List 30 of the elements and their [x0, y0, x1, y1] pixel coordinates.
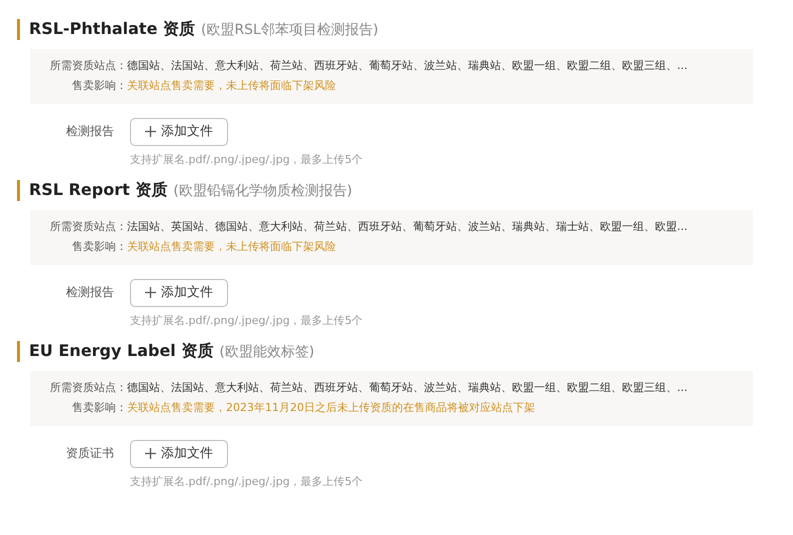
sites-list: 法国站、英国站、德国站、意大利站、荷兰站、西班牙站、葡萄牙站、波兰站、瑞典站、瑞士站、欧盟一组、欧盟... [127, 217, 688, 237]
impact-text: 关联站点售卖需要，未上传将面临下架风险 [127, 78, 336, 94]
impact-label: 售卖影响： [71, 78, 127, 94]
field-label: 检测报告 [65, 123, 114, 140]
add-file-button[interactable]: 添加文件 [130, 279, 228, 306]
section-subtitle: (欧盟能效标签) [219, 343, 314, 362]
section-title-text: RSL Report 资质 [29, 180, 168, 200]
impact-text: 关联站点售卖需要，2023年11月20日之后未上传资质的在售商品将被对应站点下架 [127, 400, 535, 416]
upload-hint: 支持扩展名.pdf/.png/.jpeg/.jpg，最多上传5个 [130, 474, 363, 490]
plus-icon [145, 448, 156, 460]
section-title-text: RSL-Phthalate 资质 [29, 19, 195, 39]
upload-hint: 支持扩展名.pdf/.png/.jpeg/.jpg，最多上传5个 [130, 152, 363, 168]
impact-label: 售卖影响： [71, 239, 127, 255]
sites-label: 所需资质站点： [49, 219, 127, 235]
sites-list: 德国站、法国站、意大利站、荷兰站、西班牙站、葡萄牙站、波兰站、瑞典站、欧盟一组、欧盟二组、欧盟三组、... [127, 378, 688, 398]
section-subtitle: (欧盟RSL邻苯项目检测报告) [200, 21, 378, 40]
impact-label: 售卖影响： [71, 400, 127, 416]
sites-label: 所需资质站点： [49, 58, 127, 74]
add-file-button[interactable]: 添加文件 [130, 440, 228, 468]
sites-list: 德国站、法国站、意大利站、荷兰站、西班牙站、葡萄牙站、波兰站、瑞典站、欧盟一组、欧盟二组、欧盟三组、... [127, 56, 688, 76]
field-label: 检测报告 [65, 284, 114, 301]
upload-hint: 支持扩展名.pdf/.png/.jpeg/.jpg，最多上传5个 [130, 312, 363, 328]
plus-icon [145, 126, 156, 138]
section-subtitle: (欧盟铅镉化学物质检测报告) [173, 182, 352, 201]
sites-label: 所需资质站点： [49, 380, 127, 396]
add-file-button[interactable]: 添加文件 [130, 118, 228, 146]
impact-text: 关联站点售卖需要，未上传将面临下架风险 [127, 239, 336, 255]
section-title-text: EU Energy Label 资质 [29, 341, 214, 361]
field-label: 资质证书 [65, 445, 114, 462]
plus-icon [145, 287, 156, 298]
